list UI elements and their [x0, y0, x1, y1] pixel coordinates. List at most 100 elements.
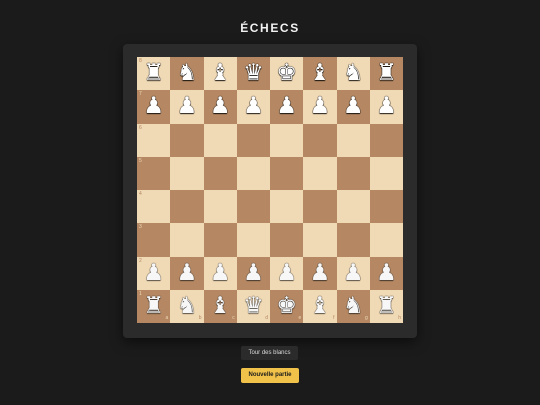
square-f5[interactable]: [303, 156, 337, 190]
square-a3[interactable]: 3: [137, 223, 171, 257]
black-pawn-icon[interactable]: ♟: [310, 95, 331, 118]
square-f4[interactable]: [303, 190, 337, 224]
square-a2[interactable]: 2 ♟: [137, 256, 171, 290]
square-d7[interactable]: ♟: [236, 90, 270, 124]
square-e6[interactable]: [270, 123, 304, 157]
square-c6[interactable]: [203, 123, 237, 157]
square-c1[interactable]: c ♝: [203, 289, 237, 323]
square-d3[interactable]: [236, 223, 270, 257]
black-pawn-icon[interactable]: ♟: [343, 95, 364, 118]
square-c3[interactable]: [203, 223, 237, 257]
black-pawn-icon[interactable]: ♟: [243, 95, 264, 118]
white-pawn-icon[interactable]: ♟: [276, 261, 297, 285]
square-h3[interactable]: [369, 223, 403, 257]
square-d8[interactable]: ♛: [236, 57, 270, 91]
square-b6[interactable]: [170, 123, 204, 157]
black-bishop-icon[interactable]: ♝: [210, 62, 231, 85]
square-c8[interactable]: ♝: [203, 57, 237, 91]
square-a7[interactable]: 7 ♟: [137, 90, 171, 124]
white-rook-icon[interactable]: ♜: [376, 294, 397, 318]
black-queen-icon[interactable]: ♛: [243, 62, 264, 85]
square-e1[interactable]: e ♚: [270, 289, 304, 323]
square-a8[interactable]: 8 ♜: [137, 57, 171, 91]
square-g8[interactable]: ♞: [336, 57, 370, 91]
black-pawn-icon[interactable]: ♟: [143, 95, 164, 118]
square-h8[interactable]: ♜: [369, 57, 403, 91]
white-rook-icon[interactable]: ♜: [143, 294, 164, 318]
square-c7[interactable]: ♟: [203, 90, 237, 124]
white-pawn-icon[interactable]: ♟: [376, 261, 397, 285]
square-b5[interactable]: [170, 156, 204, 190]
square-a1[interactable]: 1 a ♜: [137, 289, 171, 323]
square-f1[interactable]: f ♝: [303, 289, 337, 323]
white-knight-icon[interactable]: ♞: [177, 294, 198, 318]
square-g6[interactable]: [336, 123, 370, 157]
black-knight-icon[interactable]: ♞: [343, 62, 364, 85]
square-g7[interactable]: ♟: [336, 90, 370, 124]
black-rook-icon[interactable]: ♜: [143, 62, 164, 85]
white-queen-icon[interactable]: ♛: [243, 294, 264, 318]
square-b4[interactable]: [170, 190, 204, 224]
black-knight-icon[interactable]: ♞: [177, 62, 198, 85]
square-e8[interactable]: ♚: [270, 57, 304, 91]
square-d2[interactable]: ♟: [236, 256, 270, 290]
square-e7[interactable]: ♟: [270, 90, 304, 124]
square-a5[interactable]: 5: [137, 156, 171, 190]
square-h2[interactable]: ♟: [369, 256, 403, 290]
square-c5[interactable]: [203, 156, 237, 190]
square-h6[interactable]: [369, 123, 403, 157]
white-king-icon[interactable]: ♚: [276, 294, 297, 318]
white-bishop-icon[interactable]: ♝: [310, 294, 331, 318]
square-b2[interactable]: ♟: [170, 256, 204, 290]
square-g1[interactable]: g ♞: [336, 289, 370, 323]
black-pawn-icon[interactable]: ♟: [177, 95, 198, 118]
black-pawn-icon[interactable]: ♟: [376, 95, 397, 118]
square-d1[interactable]: d ♛: [236, 289, 270, 323]
black-rook-icon[interactable]: ♜: [376, 62, 397, 85]
square-e4[interactable]: [270, 190, 304, 224]
white-pawn-icon[interactable]: ♟: [210, 261, 231, 285]
square-b1[interactable]: b ♞: [170, 289, 204, 323]
square-g5[interactable]: [336, 156, 370, 190]
file-label: b: [198, 315, 202, 321]
square-f7[interactable]: ♟: [303, 90, 337, 124]
square-f2[interactable]: ♟: [303, 256, 337, 290]
square-a6[interactable]: 6: [137, 123, 171, 157]
black-bishop-icon[interactable]: ♝: [310, 62, 331, 85]
square-h4[interactable]: [369, 190, 403, 224]
square-h7[interactable]: ♟: [369, 90, 403, 124]
file-label: e: [298, 315, 302, 321]
black-king-icon[interactable]: ♚: [276, 62, 297, 85]
square-g3[interactable]: [336, 223, 370, 257]
white-pawn-icon[interactable]: ♟: [243, 261, 264, 285]
black-pawn-icon[interactable]: ♟: [276, 95, 297, 118]
rank-label: 3: [139, 224, 142, 231]
white-pawn-icon[interactable]: ♟: [177, 261, 198, 285]
square-g4[interactable]: [336, 190, 370, 224]
new-game-button[interactable]: Nouvelle partie: [241, 368, 299, 383]
square-f6[interactable]: [303, 123, 337, 157]
square-h1[interactable]: h ♜: [369, 289, 403, 323]
square-f3[interactable]: [303, 223, 337, 257]
square-a4[interactable]: 4: [137, 190, 171, 224]
square-b8[interactable]: ♞: [170, 57, 204, 91]
black-pawn-icon[interactable]: ♟: [210, 95, 231, 118]
white-knight-icon[interactable]: ♞: [343, 294, 364, 318]
square-d4[interactable]: [236, 190, 270, 224]
white-pawn-icon[interactable]: ♟: [310, 261, 331, 285]
white-pawn-icon[interactable]: ♟: [343, 261, 364, 285]
square-e2[interactable]: ♟: [270, 256, 304, 290]
square-g2[interactable]: ♟: [336, 256, 370, 290]
square-c4[interactable]: [203, 190, 237, 224]
square-c2[interactable]: ♟: [203, 256, 237, 290]
square-h5[interactable]: [369, 156, 403, 190]
square-f8[interactable]: ♝: [303, 57, 337, 91]
white-pawn-icon[interactable]: ♟: [143, 261, 164, 285]
white-bishop-icon[interactable]: ♝: [210, 294, 231, 318]
square-e5[interactable]: [270, 156, 304, 190]
square-d6[interactable]: [236, 123, 270, 157]
square-b7[interactable]: ♟: [170, 90, 204, 124]
square-e3[interactable]: [270, 223, 304, 257]
square-b3[interactable]: [170, 223, 204, 257]
square-d5[interactable]: [236, 156, 270, 190]
